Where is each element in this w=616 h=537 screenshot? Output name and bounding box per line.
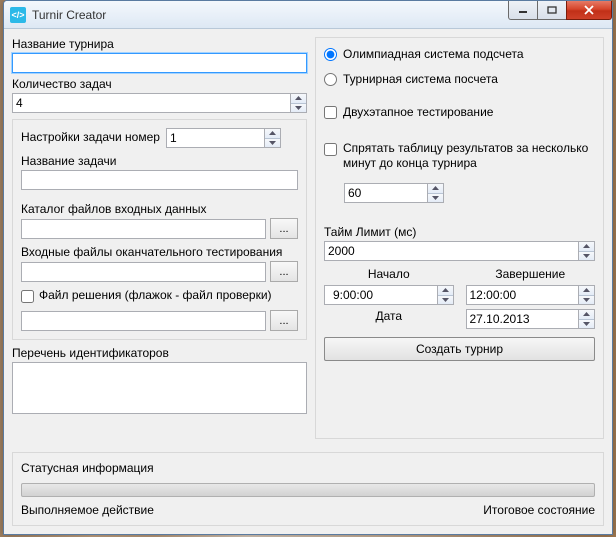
hide-table-checkbox[interactable] [324,143,337,156]
end-time-input[interactable] [466,285,580,305]
status-action-label: Выполняемое действие [21,503,154,517]
end-time-up[interactable] [579,286,594,295]
task-name-input[interactable] [21,170,298,190]
end-label: Завершение [466,267,596,281]
ids-label: Перечень идентификаторов [12,346,307,360]
scoring-tournament-radio[interactable] [324,73,337,86]
date-down[interactable] [579,319,594,329]
input-dir-input[interactable] [21,219,266,239]
solution-file-checkbox[interactable] [21,290,34,303]
input-dir-browse-button[interactable]: ... [270,218,298,239]
task-number-up[interactable] [265,129,280,138]
time-limit-input[interactable] [324,241,579,261]
client-area: Название турнира Количество задач Настро… [4,29,612,534]
scoring-tournament-label: Турнирная система посчета [343,72,498,86]
start-time-up[interactable] [438,286,453,295]
app-icon: </> [10,7,26,23]
final-files-input[interactable] [21,262,266,282]
input-dir-label: Каталог файлов входных данных [21,202,298,216]
start-time-input[interactable] [324,285,438,305]
hide-table-label: Спрятать таблицу результатов за нескольк… [343,141,595,171]
window-title: Turnir Creator [32,8,509,22]
time-limit-down[interactable] [579,251,594,261]
titlebar[interactable]: </> Turnir Creator [4,1,612,29]
status-final-label: Итоговое состояние [483,503,595,517]
time-limit-up[interactable] [579,242,594,251]
app-window: </> Turnir Creator Название турнира Коли… [3,0,613,535]
tournament-name-input[interactable] [12,53,307,73]
close-button[interactable] [566,1,612,20]
scoring-olympiad-radio[interactable] [324,48,337,61]
task-name-label: Название задачи [21,154,298,168]
hide-minutes-down[interactable] [428,193,443,203]
final-files-browse-button[interactable]: ... [270,261,298,282]
solution-file-browse-button[interactable]: ... [270,310,298,331]
task-settings-group: Настройки задачи номер Название задачи К… [12,119,307,340]
right-panel: Олимпиадная система подсчета Турнирная с… [315,37,604,439]
tasks-count-input[interactable] [12,93,291,113]
minimize-button[interactable] [508,1,538,20]
scoring-olympiad-label: Олимпиадная система подсчета [343,47,524,61]
solution-file-input[interactable] [21,311,266,331]
task-number-down[interactable] [265,138,280,148]
two-stage-checkbox[interactable] [324,106,337,119]
date-input[interactable] [466,309,580,329]
hide-minutes-input[interactable] [344,183,428,203]
status-section: Статусная информация Выполняемое действи… [12,452,604,526]
tasks-count-label: Количество задач [12,77,307,91]
task-settings-label: Настройки задачи номер [21,130,160,144]
hide-minutes-up[interactable] [428,184,443,193]
tournament-name-label: Название турнира [12,37,307,51]
tasks-count-up[interactable] [291,94,306,103]
task-number-input[interactable] [166,128,265,148]
ids-textarea[interactable] [12,362,307,414]
date-up[interactable] [579,310,594,319]
end-time-down[interactable] [579,295,594,305]
maximize-button[interactable] [537,1,567,20]
start-time-down[interactable] [438,295,453,305]
final-files-label: Входные файлы оканчательного тестировани… [21,245,298,259]
start-label: Начало [324,267,454,281]
time-limit-label: Тайм Лимит (мс) [324,225,595,239]
create-tournament-button[interactable]: Создать турнир [324,337,595,361]
progress-bar [21,483,595,497]
two-stage-label: Двухэтапное тестирование [343,105,493,119]
tasks-count-down[interactable] [291,103,306,113]
status-title: Статусная информация [21,461,595,475]
solution-file-label: Файл решения (флажок - файл проверки) [39,288,272,302]
date-label: Дата [324,309,454,329]
